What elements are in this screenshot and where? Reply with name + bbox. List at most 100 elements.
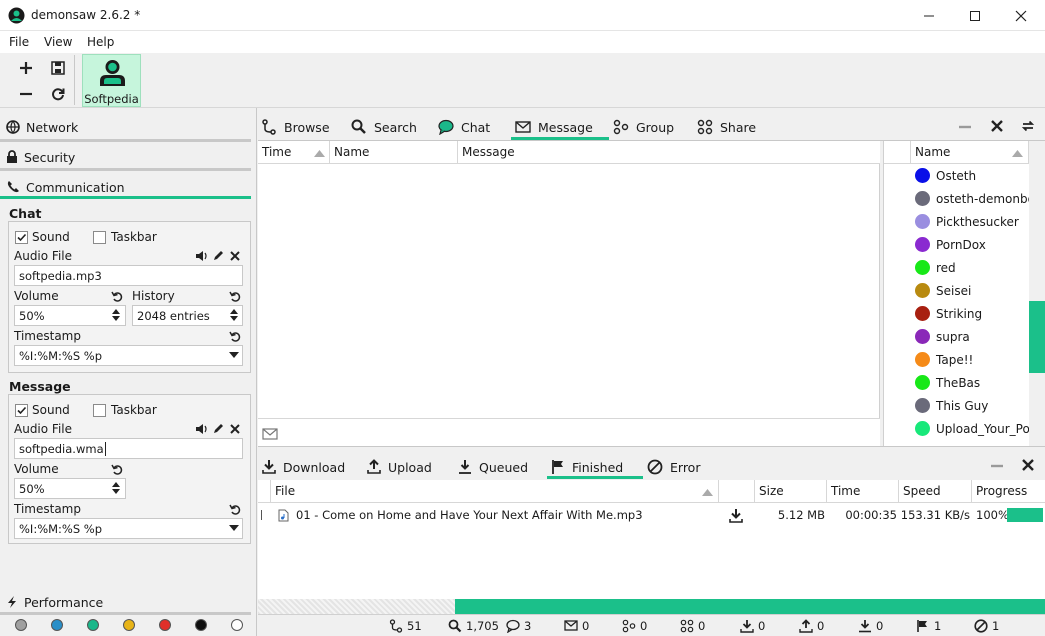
spin-arrows-icon[interactable]	[229, 307, 239, 323]
tab-share[interactable]: Share	[697, 113, 756, 141]
minimize-transfers-icon[interactable]	[990, 460, 1004, 472]
scrollbar-thumb[interactable]	[1029, 301, 1045, 373]
chat-timestamp-select[interactable]: %I:%M:%S %p	[14, 345, 243, 366]
chat-volume-spinbox[interactable]: 50%	[14, 305, 126, 326]
user-item[interactable]: Pickthesucker	[915, 210, 1019, 233]
col-name[interactable]: Name	[330, 141, 458, 164]
tab-error[interactable]: Error	[647, 453, 700, 481]
col-size[interactable]: Size	[755, 480, 827, 503]
maximize-button[interactable]	[952, 0, 998, 31]
tab-upload[interactable]: Upload	[367, 453, 432, 481]
color-dot-gray[interactable]	[15, 619, 27, 631]
message-table[interactable]: Time Name Message	[258, 141, 880, 446]
tab-download-label: Download	[283, 459, 346, 475]
message-audio-label: Audio File	[14, 422, 73, 436]
spin-arrows-icon[interactable]	[111, 480, 121, 496]
col-speed[interactable]: Speed	[899, 480, 972, 503]
color-dot-green[interactable]	[87, 619, 99, 631]
table-row[interactable]: 01 - Come on Home and Have Your Next Aff…	[258, 504, 1045, 526]
minimize-button[interactable]	[906, 0, 952, 31]
section-security[interactable]: Security	[0, 144, 257, 170]
col-time[interactable]: Time	[827, 480, 899, 503]
reset-volume-icon[interactable]	[111, 290, 123, 302]
add-icon[interactable]	[14, 56, 38, 80]
chat-sound-checkbox[interactable]	[15, 231, 28, 244]
message-volume-spinbox[interactable]: 50%	[14, 478, 126, 499]
menu-help[interactable]: Help	[87, 35, 114, 49]
status-queued-count: 0	[876, 619, 884, 633]
user-item[interactable]: Seisei	[915, 279, 971, 302]
user-item[interactable]: supra	[915, 325, 970, 348]
pencil-icon[interactable]	[212, 250, 224, 262]
chat-history-spinbox[interactable]: 2048 entries	[132, 305, 243, 326]
user-color-dot	[915, 283, 930, 298]
tab-group[interactable]: Group	[613, 113, 674, 141]
refresh-pane-icon[interactable]	[1021, 119, 1035, 133]
color-dot-black[interactable]	[195, 619, 207, 631]
profile-button[interactable]: Softpedia	[82, 54, 141, 107]
upload-icon	[799, 619, 813, 633]
minimize-pane-icon[interactable]	[958, 121, 972, 133]
tab-browse[interactable]: Browse	[261, 113, 330, 141]
clear-audio-icon[interactable]	[229, 250, 241, 262]
pencil-icon[interactable]	[212, 423, 224, 435]
color-dot-white[interactable]	[231, 619, 243, 631]
save-icon[interactable]	[46, 56, 70, 80]
user-item[interactable]: Osteth	[915, 164, 976, 187]
tab-download[interactable]: Download	[262, 453, 345, 481]
col-message[interactable]: Message	[458, 141, 880, 164]
chevron-down-icon[interactable]	[228, 524, 240, 532]
col-progress[interactable]: Progress	[972, 480, 1045, 503]
clear-audio-icon[interactable]	[229, 423, 241, 435]
message-timestamp-select[interactable]: %I:%M:%S %p	[14, 518, 243, 539]
user-scrollbar[interactable]	[1029, 141, 1045, 446]
close-pane-icon[interactable]	[990, 119, 1004, 133]
message-sound-checkbox[interactable]	[15, 404, 28, 417]
reset-timestamp-icon[interactable]	[229, 330, 241, 342]
col-file[interactable]: File	[271, 480, 719, 503]
menu-view[interactable]: View	[44, 35, 72, 49]
user-item[interactable]: osteth-demonbox	[915, 187, 1029, 210]
remove-icon[interactable]	[14, 82, 38, 106]
close-window-button[interactable]	[998, 0, 1044, 31]
user-item[interactable]: TheBas	[915, 371, 980, 394]
close-transfers-icon[interactable]	[1021, 458, 1035, 472]
user-item[interactable]: Striking	[915, 302, 982, 325]
col-user-color[interactable]	[884, 141, 911, 164]
transfer-progress-text: 100%	[976, 508, 1009, 522]
user-item[interactable]: Upload_Your_Porn	[915, 417, 1029, 440]
toolbar: Softpedia	[0, 53, 1045, 108]
col-action[interactable]	[719, 480, 755, 503]
user-avatar-icon	[99, 59, 126, 87]
color-dot-yellow[interactable]	[123, 619, 135, 631]
color-dot-blue[interactable]	[51, 619, 63, 631]
user-item[interactable]: red	[915, 256, 956, 279]
user-item[interactable]: This Guy	[915, 394, 988, 417]
reset-timestamp-icon[interactable]	[229, 503, 241, 515]
chat-audio-input[interactable]: softpedia.mp3	[14, 265, 243, 286]
chat-taskbar-checkbox[interactable]	[93, 231, 106, 244]
menu-file[interactable]: File	[9, 35, 29, 49]
message-audio-input[interactable]: softpedia.wma	[14, 438, 243, 459]
color-dot-red[interactable]	[159, 619, 171, 631]
search-icon	[351, 119, 366, 134]
chevron-down-icon[interactable]	[228, 351, 240, 359]
reset-history-icon[interactable]	[229, 290, 241, 302]
transfer-progress-bar	[1007, 508, 1043, 522]
message-taskbar-checkbox[interactable]	[93, 404, 106, 417]
speaker-icon[interactable]	[195, 423, 208, 435]
user-item[interactable]: PornDox	[915, 233, 986, 256]
section-network[interactable]: Network	[0, 114, 257, 140]
message-compose-input[interactable]	[258, 418, 880, 446]
spin-arrows-icon[interactable]	[111, 307, 121, 323]
refresh-icon[interactable]	[46, 82, 70, 106]
transfer-table[interactable]: File Size Time Speed Progress 01 - Come …	[258, 480, 1045, 599]
speaker-icon[interactable]	[195, 250, 208, 262]
download-action-icon[interactable]	[729, 508, 743, 523]
col-transfer-status[interactable]	[258, 480, 271, 503]
tab-queued[interactable]: Queued	[458, 453, 528, 481]
tab-search[interactable]: Search	[351, 113, 417, 141]
tab-chat[interactable]: Chat	[438, 113, 490, 141]
reset-volume-icon[interactable]	[111, 463, 123, 475]
user-item[interactable]: Tape!!	[915, 348, 973, 371]
